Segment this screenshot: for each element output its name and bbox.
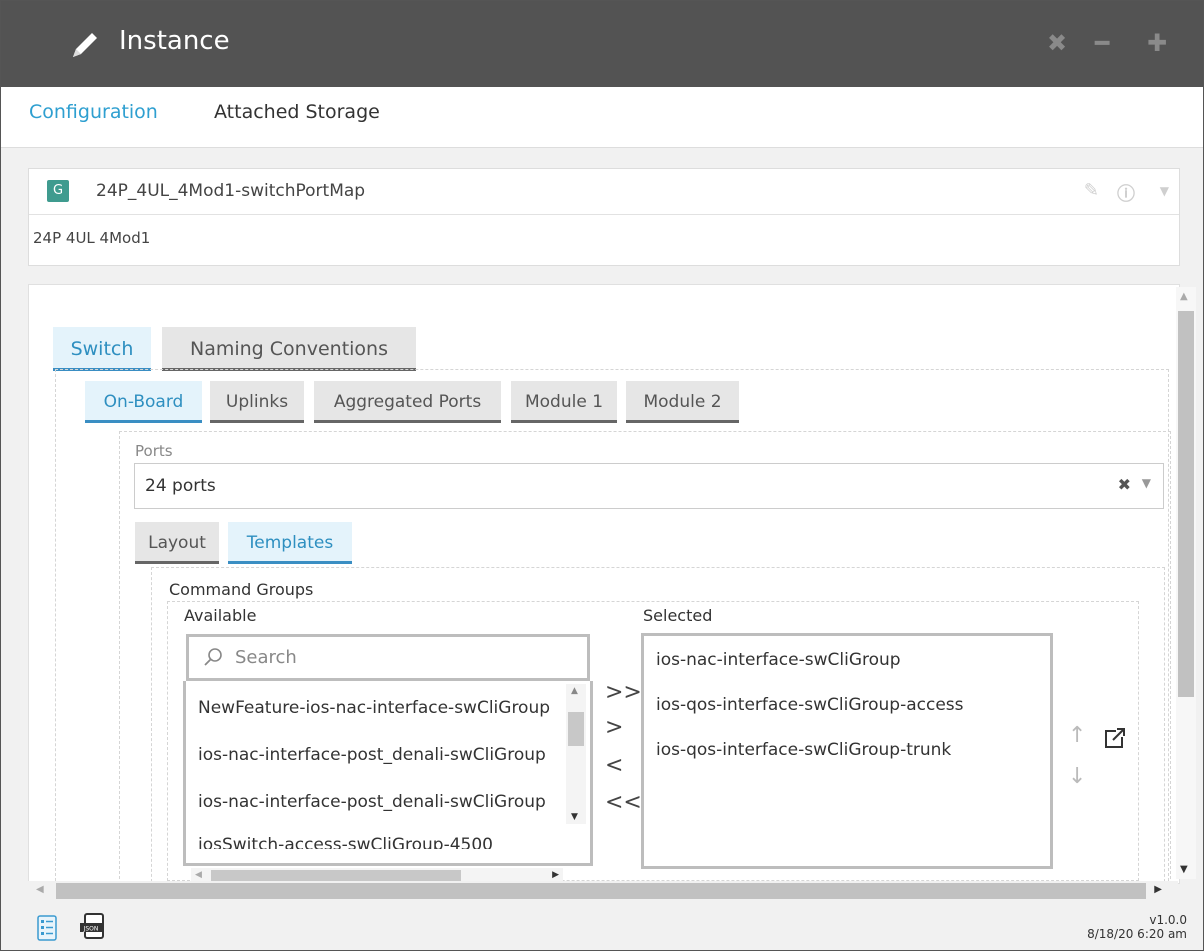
move-up-icon[interactable]: ↑ xyxy=(1068,723,1086,748)
chevron-down-icon[interactable]: ▼ xyxy=(1160,184,1169,198)
search-input[interactable]: Search xyxy=(186,634,590,681)
ports-select[interactable]: 24 ports ✖ ▼ xyxy=(134,463,1164,509)
available-vertical-scrollbar[interactable]: ▲ ▼ xyxy=(566,684,586,824)
version: v1.0.0 xyxy=(1149,913,1187,927)
instance-description: 24P 4UL 4Mod1 xyxy=(33,229,151,247)
scroll-up-icon[interactable]: ▲ xyxy=(1180,291,1188,302)
list-item[interactable]: ios-qos-interface-swCliGroup-trunk xyxy=(656,740,951,760)
info-icon[interactable]: ⓘ xyxy=(1117,180,1135,206)
tab-attached-storage[interactable]: Attached Storage xyxy=(214,101,380,123)
list-item[interactable]: NewFeature-ios-nac-interface-swCliGroup xyxy=(198,698,566,718)
tab-on-board[interactable]: On-Board xyxy=(85,381,202,423)
tab-layout[interactable]: Layout xyxy=(135,522,219,564)
scroll-thumb[interactable] xyxy=(568,712,584,746)
command-groups-label: Command Groups xyxy=(169,580,314,599)
open-external-icon[interactable] xyxy=(1104,727,1126,749)
list-item[interactable]: ios-nac-interface-post_denali-swCliGroup xyxy=(198,745,566,765)
svg-text:JSON: JSON xyxy=(83,926,99,933)
scroll-thumb[interactable] xyxy=(56,883,1146,899)
scroll-thumb[interactable] xyxy=(1178,311,1194,697)
ports-label: Ports xyxy=(135,442,173,460)
main-horizontal-scrollbar[interactable]: ◀ ▶ xyxy=(28,881,1178,901)
move-down-icon[interactable]: ↓ xyxy=(1068,764,1086,789)
card-divider xyxy=(29,214,1179,215)
available-label: Available xyxy=(184,606,257,625)
main-vertical-scrollbar[interactable]: ▲ ▼ xyxy=(1176,287,1196,879)
search-placeholder: Search xyxy=(235,647,297,668)
instance-name: 24P_4UL_4Mod1-switchPortMap xyxy=(96,181,366,201)
footer: JSON v1.0.0 8/18/20 6:20 am xyxy=(1,903,1203,950)
window-title: Instance xyxy=(119,26,230,56)
version-info: v1.0.0 8/18/20 6:20 am xyxy=(1087,913,1187,941)
scroll-right-icon[interactable]: ▶ xyxy=(1154,884,1162,895)
move-all-right-button[interactable]: >> xyxy=(605,680,642,705)
tab-naming-conventions[interactable]: Naming Conventions xyxy=(162,327,416,371)
move-left-button[interactable]: < xyxy=(605,753,623,778)
maximize-icon[interactable]: ✚ xyxy=(1147,31,1167,55)
list-item[interactable]: iosSwitch-access-swCliGroup-4500 xyxy=(198,835,566,849)
json-view-icon[interactable]: JSON xyxy=(79,913,107,941)
ports-value: 24 ports xyxy=(145,476,216,496)
list-item[interactable]: ios-nac-interface-swCliGroup xyxy=(656,650,901,670)
edit-icon[interactable]: ✎ xyxy=(1084,180,1099,201)
scroll-up-icon[interactable]: ▲ xyxy=(571,686,578,696)
tab-templates[interactable]: Templates xyxy=(228,522,352,564)
tab-module-1[interactable]: Module 1 xyxy=(511,381,617,423)
scroll-left-icon[interactable]: ◀ xyxy=(195,870,202,880)
instance-window: Instance ✖ ━ ✚ Configuration Attached St… xyxy=(0,0,1204,951)
scroll-down-icon[interactable]: ▼ xyxy=(571,812,578,822)
pencil-icon xyxy=(73,33,97,57)
group-badge: G xyxy=(47,180,69,202)
header-card: G 24P_4UL_4Mod1-switchPortMap ✎ ⓘ ▼ 24P … xyxy=(28,168,1180,266)
scroll-left-icon[interactable]: ◀ xyxy=(36,884,44,895)
scroll-down-icon[interactable]: ▼ xyxy=(1180,864,1188,875)
timestamp: 8/18/20 6:20 am xyxy=(1087,927,1187,941)
tab-aggregated-ports[interactable]: Aggregated Ports xyxy=(314,381,501,423)
minimize-icon[interactable]: ━ xyxy=(1095,31,1109,55)
tab-configuration[interactable]: Configuration xyxy=(29,101,158,123)
title-bar: Instance ✖ ━ ✚ xyxy=(1,1,1203,87)
tab-switch[interactable]: Switch xyxy=(53,327,151,371)
selected-label: Selected xyxy=(643,606,713,625)
form-view-icon[interactable] xyxy=(37,915,57,941)
chevron-down-icon[interactable]: ▼ xyxy=(1142,476,1151,490)
tab-module-2[interactable]: Module 2 xyxy=(626,381,739,423)
move-all-left-button[interactable]: << xyxy=(605,790,642,815)
close-icon[interactable]: ✖ xyxy=(1047,31,1067,55)
clear-icon[interactable]: ✖ xyxy=(1118,475,1131,494)
search-icon xyxy=(204,648,222,666)
move-right-button[interactable]: > xyxy=(605,715,623,740)
list-item[interactable]: ios-nac-interface-post_denali-swCliGroup xyxy=(198,792,566,812)
list-item[interactable]: ios-qos-interface-swCliGroup-access xyxy=(656,695,964,715)
top-tabs: Configuration Attached Storage xyxy=(1,87,1203,148)
scroll-right-icon[interactable]: ▶ xyxy=(552,870,559,880)
tab-uplinks[interactable]: Uplinks xyxy=(210,381,304,423)
